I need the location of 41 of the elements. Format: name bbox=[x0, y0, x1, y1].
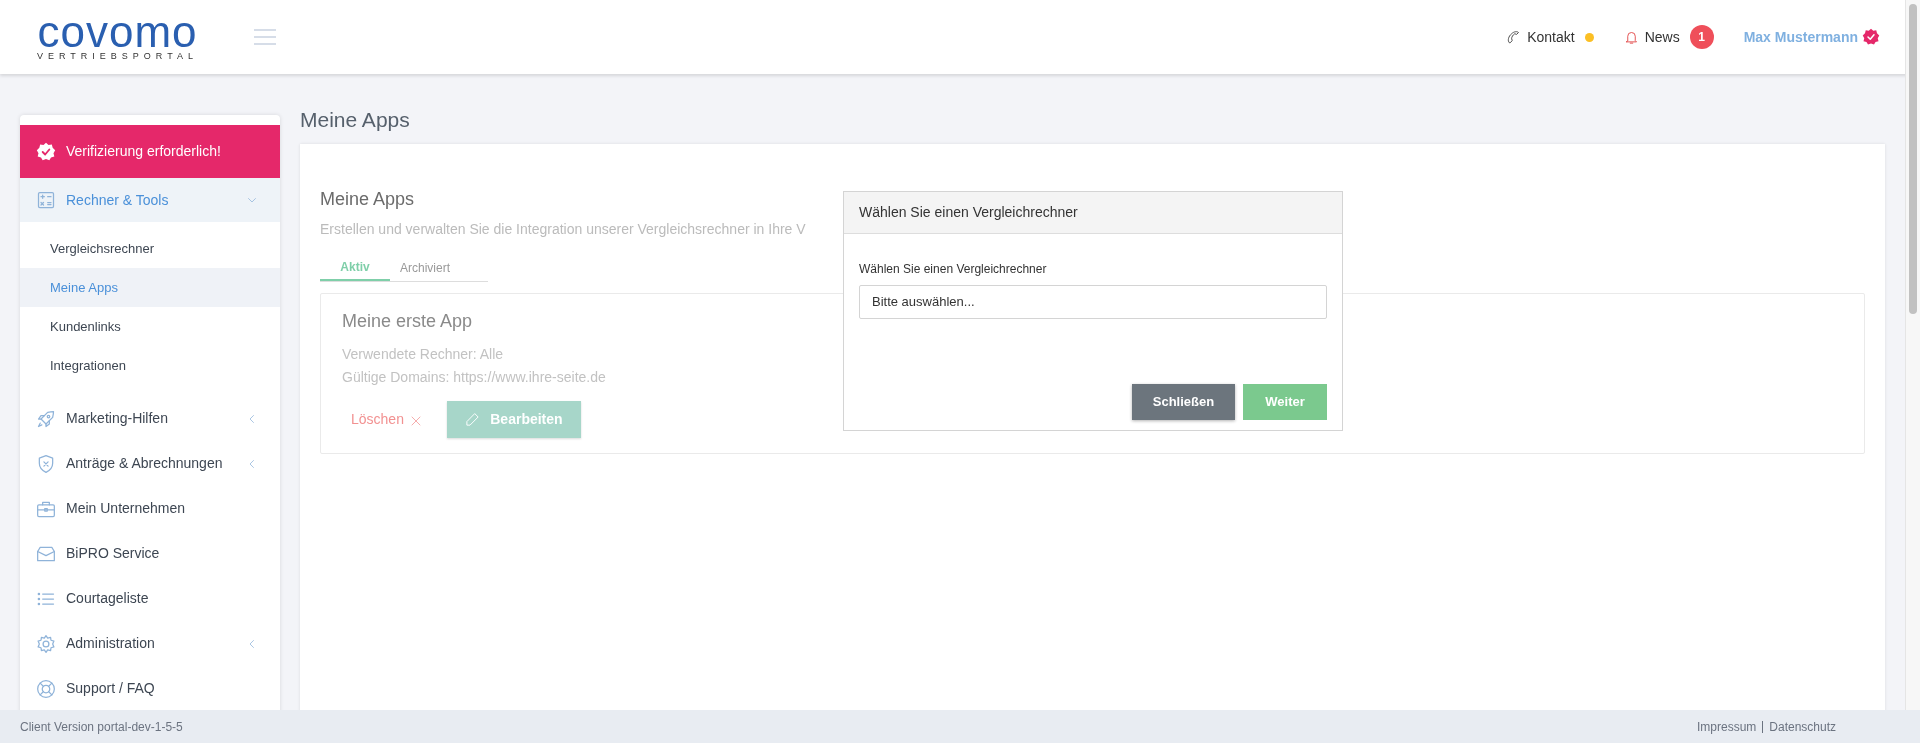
sidebar-subitem[interactable]: Integrationen bbox=[20, 346, 280, 385]
app-title: Meine erste App bbox=[342, 310, 474, 333]
gear-icon bbox=[36, 633, 56, 654]
sidebar-item[interactable]: Anträge & Abrechnungen bbox=[20, 441, 280, 486]
sidebar-item[interactable]: Marketing-Hilfen bbox=[20, 396, 280, 441]
lifebuoy-icon bbox=[36, 678, 56, 699]
news-link[interactable]: News bbox=[1623, 26, 1680, 48]
covomo-logo[interactable]: covomo VERTRIEBSPORTAL bbox=[37, 13, 199, 61]
bell-icon bbox=[1623, 29, 1639, 45]
footer-link[interactable]: Impressum bbox=[1696, 717, 1757, 736]
verification-banner[interactable]: Verifizierung erforderlich! bbox=[20, 125, 280, 178]
sidebar-subitem[interactable]: Kundenlinks bbox=[20, 307, 280, 346]
card-title: Meine Apps bbox=[320, 188, 415, 211]
calculator-icon bbox=[36, 190, 56, 210]
menu-icon[interactable] bbox=[254, 29, 277, 45]
sidebar-item[interactable]: Mein Unternehmen bbox=[20, 486, 280, 531]
sidebar-subitem[interactable]: Vergleichsrechner bbox=[20, 229, 280, 268]
scrollbar[interactable] bbox=[1905, 0, 1920, 710]
close-button[interactable]: Schließen bbox=[1132, 384, 1235, 420]
phone-icon bbox=[1506, 29, 1522, 45]
pencil-icon bbox=[465, 412, 481, 427]
sidebar-item[interactable]: Courtageliste bbox=[20, 576, 280, 621]
sidebar-item[interactable]: Administration bbox=[20, 621, 280, 666]
app-detail: Gültige Domains: https://www.ihre-seite.de bbox=[342, 368, 607, 387]
rocket-icon bbox=[36, 408, 56, 429]
page-title: Meine Apps bbox=[300, 107, 411, 133]
sidebar-item[interactable]: Support / FAQ bbox=[20, 666, 280, 710]
version-text: Client Version portal-dev-1-5-5 bbox=[20, 718, 183, 736]
modal-title: Wählen Sie einen Vergleichrechner bbox=[844, 192, 1342, 234]
card-subtitle: Erstellen und verwalten Sie die Integration unserer Vergleichsrechner in Ihre V bbox=[320, 220, 807, 239]
close-icon bbox=[409, 414, 422, 427]
notification-badge: 1 bbox=[1689, 25, 1714, 49]
sidebar-item[interactable]: BiPRO Service bbox=[20, 531, 280, 576]
select-field[interactable]: Bitte auswählen... bbox=[859, 285, 1327, 319]
contact-link[interactable]: Kontakt bbox=[1506, 26, 1575, 48]
field-label: Wählen Sie einen Vergleichrechner bbox=[859, 261, 1048, 278]
app-detail: Verwendete Rechner: Alle bbox=[342, 345, 505, 364]
verified-badge-icon bbox=[36, 141, 56, 162]
footer-link[interactable]: Datenschutz bbox=[1769, 717, 1836, 736]
banner-text: Verifizierung erforderlich! bbox=[66, 142, 221, 161]
shield-icon bbox=[36, 453, 56, 474]
